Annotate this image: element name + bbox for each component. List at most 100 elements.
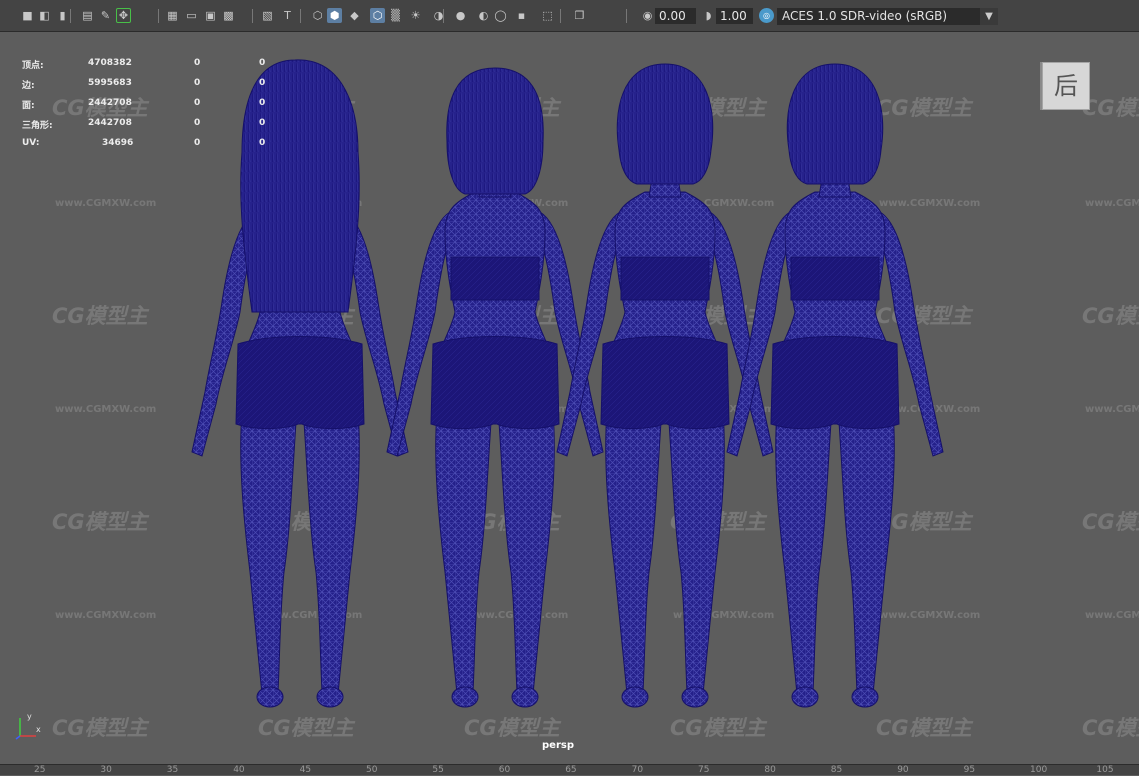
perspective-viewport[interactable]: CG模型主CG模型主CG模型主CG模型主CG模型主CG模型主CG模型主CG模型主… [0,32,1139,764]
timeline-tick: 45 [299,765,312,775]
timeline-tick: 100 [1030,765,1048,775]
xray-joints-icon[interactable]: ⬚ [540,8,555,23]
resolution-gate-icon[interactable]: ▣ [203,8,218,23]
shorts-garment [235,336,365,430]
smooth-shade-icon[interactable]: ⬢ [327,8,342,23]
anti-alias-icon[interactable]: ◯ [493,8,508,23]
hud-value-triangles: 0 [259,118,266,128]
field-chart-icon[interactable]: ▧ [260,8,275,23]
hud-row: UV: 34696 0 0 [22,138,282,150]
toolbar-separator [70,9,71,23]
timeline-tick: 50 [366,765,378,775]
timeline-tick: 35 [166,765,179,775]
hud-label: 顶点: [22,61,44,71]
isolate-select-icon[interactable]: ▪ [514,8,529,23]
hud-label: 边: [22,81,35,91]
time-slider[interactable]: 25 30 35 40 45 50 55 60 65 70 75 80 85 90 95 100 105 [0,764,1139,775]
motion-blur-icon[interactable]: ◐ [476,8,491,23]
hud-label: 三角形: [22,121,53,131]
gamma-field[interactable]: 1.00 [716,8,753,24]
toolbar-separator [300,9,301,23]
camera-name-label: persp [542,740,574,751]
timeline-tick: 60 [498,765,511,775]
default-material-icon[interactable]: ◆ [347,8,362,23]
use-lights-icon[interactable]: ☀ [408,8,423,23]
toolbar-separator [252,9,253,23]
right-leg [838,411,895,695]
left-leg [605,411,662,695]
hud-value-total: 4708382 [88,58,132,68]
timeline-tick: 90 [897,765,909,775]
character-model-4[interactable] [726,63,944,708]
top-garment [620,256,710,301]
timeline-tick: 75 [698,765,710,775]
timeline-tick: 70 [631,765,644,775]
grid-icon[interactable]: ▦ [165,8,180,23]
right-leg [668,411,725,695]
character-model-3[interactable] [556,63,774,708]
toolbar-separator [443,9,444,23]
right-foot [851,686,879,708]
hud-value-total: 34696 [102,138,134,148]
grease-pencil-icon[interactable]: ✎ [98,8,113,23]
hud-value-total: 2442708 [88,98,132,108]
shorts-garment [600,336,730,430]
hud-row: 边: 5995683 0 0 [22,78,282,91]
short-hair [616,63,714,185]
timeline-tick: 40 [233,765,245,775]
hud-value-triangles: 0 [259,78,266,88]
right-leg [303,411,360,695]
bookmark-icon[interactable]: ▮ [55,8,70,23]
axis-gizmo: y x [15,712,41,740]
hud-value-triangles: 0 [259,58,266,68]
hud-row: 面: 2442708 0 0 [22,98,282,111]
gamma-icon[interactable]: ◗ [701,8,716,23]
short-hair [786,63,884,185]
wireframe-on-shaded-icon[interactable]: ⬡ [370,8,385,23]
exposure-icon[interactable]: ◉ [640,8,655,23]
timeline-tick: 80 [764,765,776,775]
hud-value-triangles: 0 [259,138,266,148]
shorts-garment [770,336,900,430]
xray-icon[interactable]: ▒ [388,8,403,23]
left-foot [791,686,819,708]
color-management-value: ACES 1.0 SDR-video (sRGB) [782,9,948,23]
left-foot [451,686,479,708]
bob-hair [446,67,544,195]
ambient-occlusion-icon[interactable]: ● [453,8,468,23]
exposure-field[interactable]: 0.00 [655,8,696,24]
shorts-garment [430,336,560,430]
axis-z-line [15,735,21,740]
chevron-down-icon[interactable]: ▼ [980,8,998,25]
film-gate-icon[interactable]: ▭ [184,8,199,23]
gate-mask-icon[interactable]: ▩ [221,8,236,23]
left-foot [621,686,649,708]
top-garment [450,256,540,301]
hud-value-selected: 0 [194,98,201,108]
timeline-tick: 30 [100,765,112,775]
timeline-tick: 55 [432,765,444,775]
hud-value-selected: 0 [194,58,201,68]
color-management-dropdown[interactable]: ACES 1.0 SDR-video (sRGB) ▼ [777,8,998,25]
camera-attr-icon[interactable]: ◧ [37,8,52,23]
wireframe-icon[interactable]: ⬡ [310,8,325,23]
right-foot [316,686,344,708]
left-foot [256,686,284,708]
axis-x-label: x [36,725,41,734]
xray-active-icon[interactable]: ❐ [572,8,587,23]
safe-title-icon[interactable]: T [280,8,295,23]
view-cube[interactable]: 后 [1042,62,1090,110]
toolbar-separator [626,9,627,23]
camera-icon[interactable]: ■ [20,8,35,23]
right-leg [498,411,555,695]
timeline-tick: 65 [565,765,577,775]
2d-pan-icon[interactable]: ✥ [116,8,131,23]
top-garment [790,256,880,301]
timeline-tick: 85 [830,765,843,775]
color-management-icon[interactable]: ◎ [759,8,774,23]
timeline-tick: 25 [34,765,46,775]
image-plane-icon[interactable]: ▤ [80,8,95,23]
character-model-1[interactable] [191,59,409,708]
hud-label: 面: [22,101,35,111]
hud-row: 三角形: 2442708 0 0 [22,118,282,131]
